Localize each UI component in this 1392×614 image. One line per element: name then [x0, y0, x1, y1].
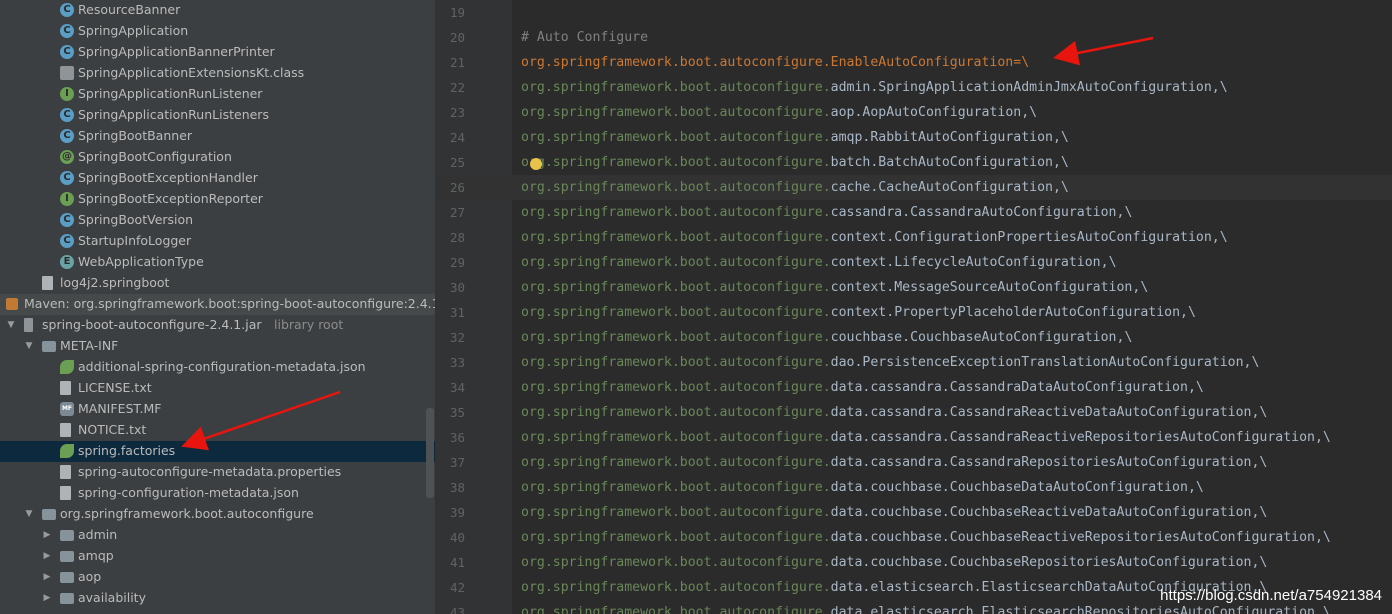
annotation-arrows — [181, 36, 1154, 451]
arrow-to-enable-autoconfig — [1053, 36, 1154, 66]
arrow-to-spring-factories — [181, 390, 341, 451]
watermark: https://blog.csdn.net/a754921384 — [1160, 587, 1382, 604]
